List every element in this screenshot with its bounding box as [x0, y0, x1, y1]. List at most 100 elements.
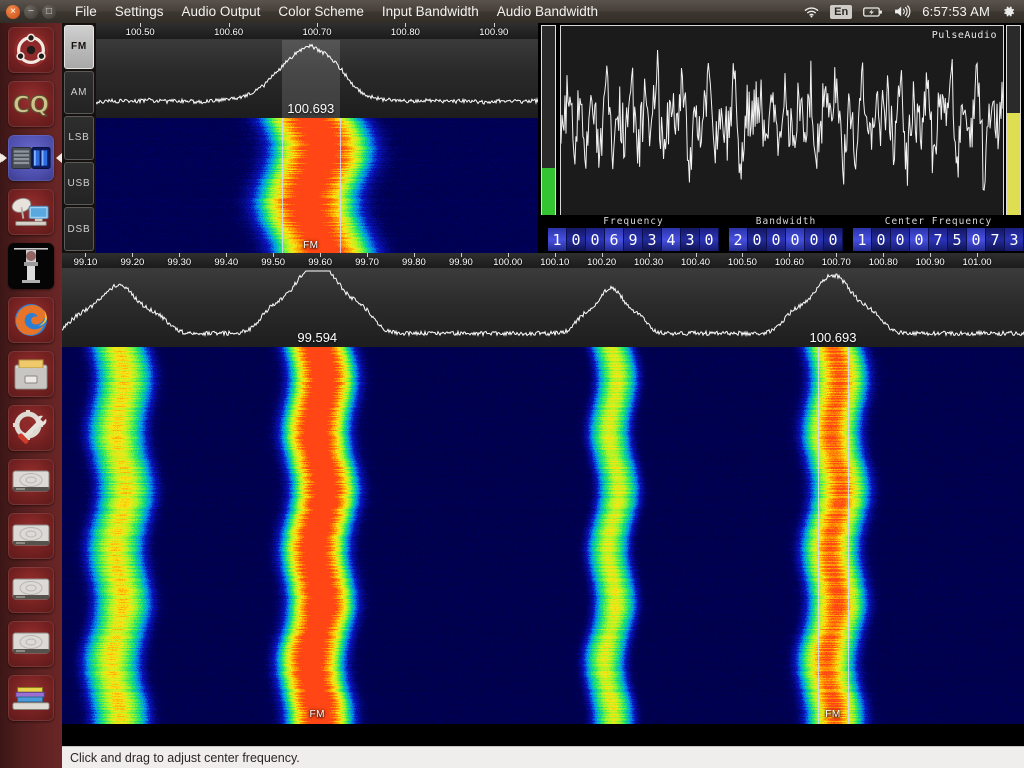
- readout-center-frequency-digits[interactable]: 100075073: [853, 228, 1024, 251]
- readout-digit[interactable]: 0: [872, 228, 891, 251]
- readout-center-frequency[interactable]: Center Frequency 100075073: [853, 215, 1024, 253]
- wideband-frequency-ruler[interactable]: 99.10 99.20 99.30 99.40 99.50 99.60 99.70 99.80…: [62, 253, 1024, 269]
- gear-icon[interactable]: [1001, 4, 1016, 19]
- satellite-dish-icon: [8, 189, 54, 235]
- launcher-item-satellite-tracker[interactable]: [0, 185, 62, 239]
- launcher-item-firefox[interactable]: [0, 293, 62, 347]
- readout-digit[interactable]: 0: [748, 228, 767, 251]
- readout-digit[interactable]: 9: [624, 228, 643, 251]
- clock[interactable]: 6:57:53 AM: [922, 4, 990, 19]
- launcher-item-disk-1[interactable]: [0, 455, 62, 509]
- svg-text:CQ: CQ: [13, 93, 49, 119]
- readout-digit[interactable]: 7: [929, 228, 948, 251]
- readout-digit[interactable]: 3: [1005, 228, 1024, 251]
- audio-oscilloscope[interactable]: PulseAudio: [560, 25, 1004, 221]
- readout-digit[interactable]: 0: [805, 228, 824, 251]
- ruler-tick-label: 99.70: [355, 257, 379, 268]
- ruler-tick-label: 100.30: [634, 257, 664, 268]
- ruler-tick-label: 99.80: [402, 257, 426, 268]
- menu-input-bandwidth[interactable]: Input Bandwidth: [373, 2, 488, 21]
- ruler-tick-label: 99.40: [214, 257, 239, 268]
- readout-digit[interactable]: 0: [910, 228, 929, 251]
- menu-file[interactable]: File: [66, 2, 106, 21]
- launcher-item-trash[interactable]: [0, 671, 62, 725]
- readout-frequency-digits[interactable]: 100693430: [548, 228, 719, 251]
- launcher-item-cq-ham-radio[interactable]: CQ: [0, 77, 62, 131]
- ruler-tick-label: 100.00: [493, 257, 523, 268]
- ruler-tick-label: 100.90: [915, 257, 945, 268]
- ruler-tick-label: 101.00: [962, 257, 992, 268]
- narrowband-spectrum-panel[interactable]: 100.50 100.60 100.70 100.80 100.90 100.693 F…: [96, 23, 538, 253]
- window-minimize-button[interactable]: −: [24, 4, 38, 19]
- readout-digit[interactable]: 0: [786, 228, 805, 251]
- readout-digit[interactable]: 3: [643, 228, 662, 251]
- mode-button-fm[interactable]: FM: [64, 25, 94, 69]
- menubar: File Settings Audio Output Color Scheme …: [66, 2, 607, 21]
- readout-digit[interactable]: 0: [586, 228, 605, 251]
- ruler-tick-label: 100.40: [680, 257, 711, 268]
- audio-panel: PulseAudio Frequency 100693430 Bandwidth…: [538, 23, 1024, 253]
- launcher-item-disk-2[interactable]: [0, 509, 62, 563]
- volume-icon[interactable]: [894, 5, 911, 18]
- readout-digit[interactable]: 4: [662, 228, 681, 251]
- menu-settings[interactable]: Settings: [106, 2, 173, 21]
- launcher-item-sdr-receiver[interactable]: [0, 131, 62, 185]
- wideband-spectrum-trace: [62, 269, 1024, 347]
- keyboard-layout-indicator[interactable]: En: [830, 4, 853, 19]
- cq-icon: CQ: [8, 81, 54, 127]
- menu-audio-bandwidth[interactable]: Audio Bandwidth: [488, 2, 607, 21]
- mode-button-am[interactable]: AM: [64, 70, 94, 115]
- window-close-button[interactable]: ×: [6, 4, 20, 19]
- launcher-item-telescope-viewer[interactable]: [0, 239, 62, 293]
- ruler-tick-label: 100.50: [125, 27, 155, 38]
- wideband-spectrum-graph[interactable]: 99.594 100.693: [62, 269, 1024, 347]
- mode-button-usb[interactable]: USB: [64, 161, 94, 206]
- launcher-item-disk-3[interactable]: [0, 563, 62, 617]
- readout-spacer: [719, 215, 729, 253]
- launcher-focus-arrow-left: [0, 153, 6, 163]
- readout-digit[interactable]: 1: [853, 228, 872, 251]
- launcher-item-disk-4[interactable]: [0, 617, 62, 671]
- mode-button-dsb[interactable]: DSB: [64, 207, 94, 251]
- ruler-tick-label: 100.80: [868, 257, 898, 268]
- launcher-item-file-manager[interactable]: [0, 347, 62, 401]
- menu-audio-output[interactable]: Audio Output: [173, 2, 270, 21]
- readout-digit[interactable]: 7: [986, 228, 1005, 251]
- window-maximize-button[interactable]: □: [42, 4, 56, 19]
- narrowband-spectrum-graph[interactable]: 100.693: [96, 40, 538, 118]
- launcher-item-system-settings[interactable]: [0, 401, 62, 455]
- readout-digit[interactable]: 2: [729, 228, 748, 251]
- wideband-waterfall[interactable]: FM FM: [62, 347, 1024, 724]
- readout-digit[interactable]: 0: [567, 228, 586, 251]
- statusbar: Click and drag to adjust center frequenc…: [62, 746, 1024, 768]
- readout-digit[interactable]: 3: [681, 228, 700, 251]
- readout-frequency[interactable]: Frequency 100693430: [548, 215, 719, 253]
- readout-digit[interactable]: 1: [548, 228, 567, 251]
- wideband-spectrum-panel[interactable]: 99.10 99.20 99.30 99.40 99.50 99.60 99.70 99.80…: [62, 253, 1024, 746]
- wifi-icon[interactable]: [804, 6, 819, 18]
- menu-color-scheme[interactable]: Color Scheme: [269, 2, 373, 21]
- narrowband-frequency-ruler[interactable]: 100.50 100.60 100.70 100.80 100.90: [96, 23, 538, 40]
- readout-digit[interactable]: 0: [824, 228, 843, 251]
- readout-digit[interactable]: 0: [767, 228, 786, 251]
- narrowband-waterfall[interactable]: FM: [96, 118, 538, 253]
- statusbar-message: Click and drag to adjust center frequenc…: [70, 750, 300, 765]
- readout-bandwidth[interactable]: Bandwidth 200000: [729, 215, 843, 253]
- readout-bandwidth-label: Bandwidth: [755, 216, 817, 227]
- ruler-tick-label: 99.20: [120, 257, 145, 268]
- readout-digit[interactable]: 0: [700, 228, 719, 251]
- battery-charging-icon[interactable]: [863, 6, 883, 18]
- launcher-item-ubuntu-dash[interactable]: [0, 23, 62, 77]
- trash-icon: [8, 675, 54, 721]
- readout-digit[interactable]: 0: [967, 228, 986, 251]
- hard-disk-icon: [8, 621, 54, 667]
- readout-digit[interactable]: 6: [605, 228, 624, 251]
- readout-bandwidth-digits[interactable]: 200000: [729, 228, 843, 251]
- window-controls: × − □: [0, 4, 62, 19]
- readout-digit[interactable]: 0: [891, 228, 910, 251]
- wideband-label-station-1: 99.594: [297, 330, 338, 345]
- mode-button-lsb[interactable]: LSB: [64, 116, 94, 160]
- ruler-tick-label: 100.60: [214, 27, 244, 38]
- wideband-waterfall-marker-2: FM: [825, 709, 841, 720]
- readout-digit[interactable]: 5: [948, 228, 967, 251]
